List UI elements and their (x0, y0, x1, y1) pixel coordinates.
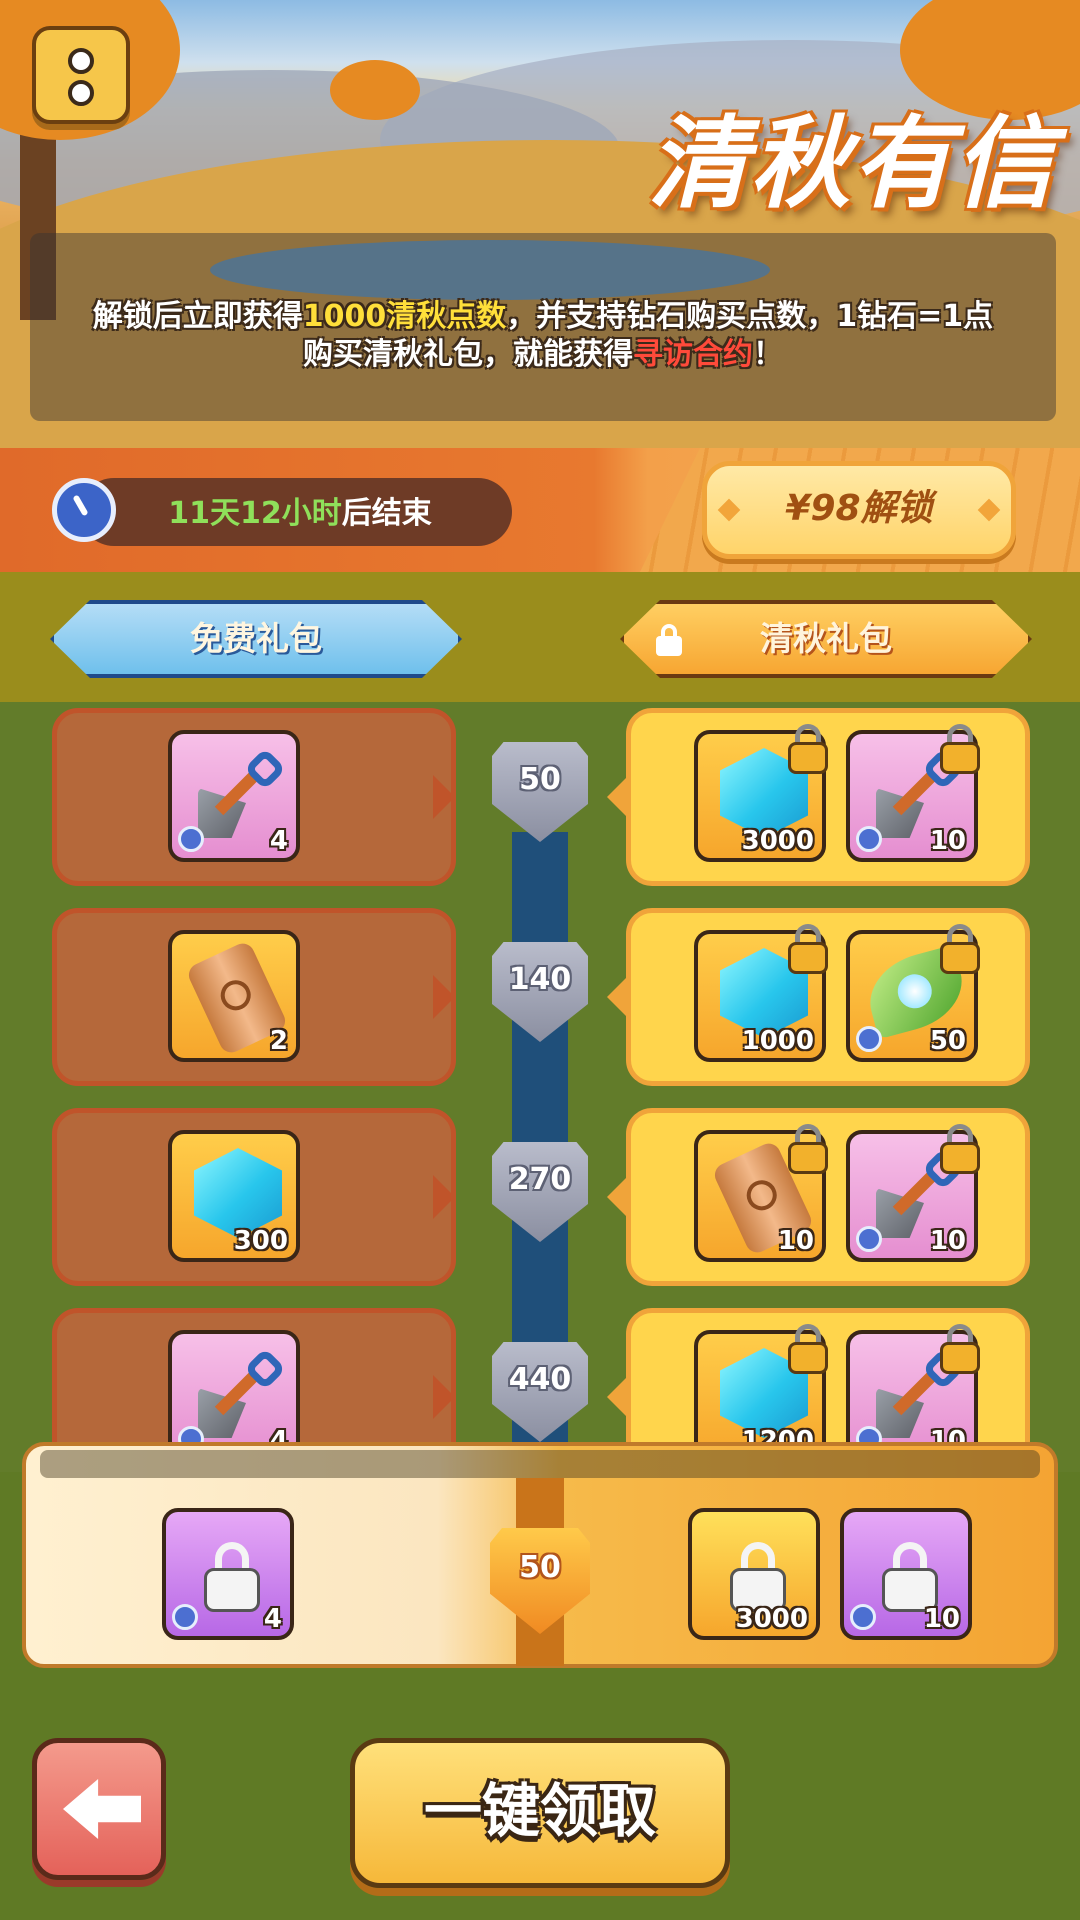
menu-dot-icon (68, 48, 94, 74)
tab-free-pack[interactable]: 免费礼包 (50, 600, 462, 678)
back-arrow-icon (63, 1779, 141, 1839)
lock-icon (730, 1542, 786, 1612)
back-button[interactable] (32, 1738, 166, 1880)
reward-item[interactable]: 1000 (694, 924, 828, 1062)
time-badge-icon (178, 826, 204, 852)
lock-icon (938, 724, 982, 774)
item-quantity: 300 (233, 1226, 288, 1256)
tier-level-badge: 50 (492, 742, 588, 842)
event-title: 清秋有信 (648, 105, 1056, 222)
reward-item[interactable]: 10 (694, 1124, 828, 1262)
time-badge-icon (856, 1026, 882, 1052)
reward-item[interactable]: 10 (846, 724, 980, 862)
reward-item[interactable]: 300 (168, 1130, 300, 1262)
item-quantity: 3000 (735, 1604, 808, 1634)
item-quantity: 2 (269, 1026, 288, 1056)
reward-item[interactable]: 50 (846, 924, 980, 1062)
event-banner: 清秋有信 解锁后立即获得1000清秋点数，并支持钻石购买点数，1钻石=1点 购买… (0, 0, 1080, 448)
item-quantity: 3000 (741, 826, 814, 856)
sparkle-icon (717, 498, 741, 522)
clock-icon (52, 478, 116, 542)
reward-tier: 4 50 3000 10 (0, 702, 1080, 886)
time-badge-icon (856, 1226, 882, 1252)
lock-icon (938, 924, 982, 974)
item-quantity: 10 (923, 1604, 960, 1634)
time-badge-icon (172, 1604, 198, 1630)
lock-icon (938, 1124, 982, 1174)
item-quantity: 1000 (741, 1026, 814, 1056)
tier-level-badge: 140 (492, 942, 588, 1042)
item-quantity: 50 (929, 1026, 966, 1056)
locked-reward-item[interactable]: 4 (162, 1508, 294, 1640)
locked-reward-item[interactable]: 3000 (688, 1508, 820, 1640)
info-line-2: 购买清秋礼包，就能获得寻访合约！ (303, 337, 783, 372)
tab-paid-pack[interactable]: 清秋礼包 (620, 600, 1032, 678)
time-badge-icon (850, 1604, 876, 1630)
item-quantity: 10 (929, 826, 966, 856)
item-quantity: 4 (269, 826, 288, 856)
reward-item[interactable]: 3000 (694, 724, 828, 862)
lock-icon (882, 1542, 938, 1612)
unlock-button-label: ¥98解锁 (785, 488, 933, 529)
reward-list[interactable]: 4 50 3000 10 2 140 1000 50 300 270 10 10… (0, 702, 1080, 1472)
tier-level-badge: 440 (492, 1342, 588, 1442)
menu-dot-icon (68, 80, 94, 106)
item-quantity: 4 (263, 1604, 282, 1634)
lock-icon (938, 1324, 982, 1374)
reward-item[interactable]: 10 (846, 1124, 980, 1262)
autumn-tree (330, 60, 420, 120)
menu-button[interactable] (32, 26, 130, 124)
reward-item[interactable]: 4 (168, 730, 300, 862)
reward-item[interactable]: 2 (168, 930, 300, 1062)
event-info-panel: 解锁后立即获得1000清秋点数，并支持钻石购买点数，1钻石=1点 购买清秋礼包，… (30, 233, 1056, 421)
lock-icon (786, 1324, 830, 1374)
claim-all-button[interactable]: 一键领取 (350, 1738, 730, 1888)
lock-icon (786, 724, 830, 774)
lock-icon (656, 624, 682, 656)
reward-tier: 300 270 10 10 (0, 1102, 1080, 1286)
reward-tier: 2 140 1000 50 (0, 902, 1080, 1086)
locked-reward-item[interactable]: 10 (840, 1508, 972, 1640)
diamond-icon (194, 1148, 282, 1238)
item-quantity: 10 (777, 1226, 814, 1256)
lock-icon (786, 924, 830, 974)
sparkle-icon (977, 498, 1001, 522)
time-badge-icon (856, 826, 882, 852)
tier-level-badge: 270 (492, 1142, 588, 1242)
unlock-button[interactable]: ¥98解锁 (702, 461, 1016, 559)
countdown-text: 11天12小时后结束 (168, 496, 432, 531)
lock-icon (204, 1542, 260, 1612)
panel-shadow (40, 1450, 1040, 1478)
lock-icon (786, 1124, 830, 1174)
item-quantity: 10 (929, 1226, 966, 1256)
